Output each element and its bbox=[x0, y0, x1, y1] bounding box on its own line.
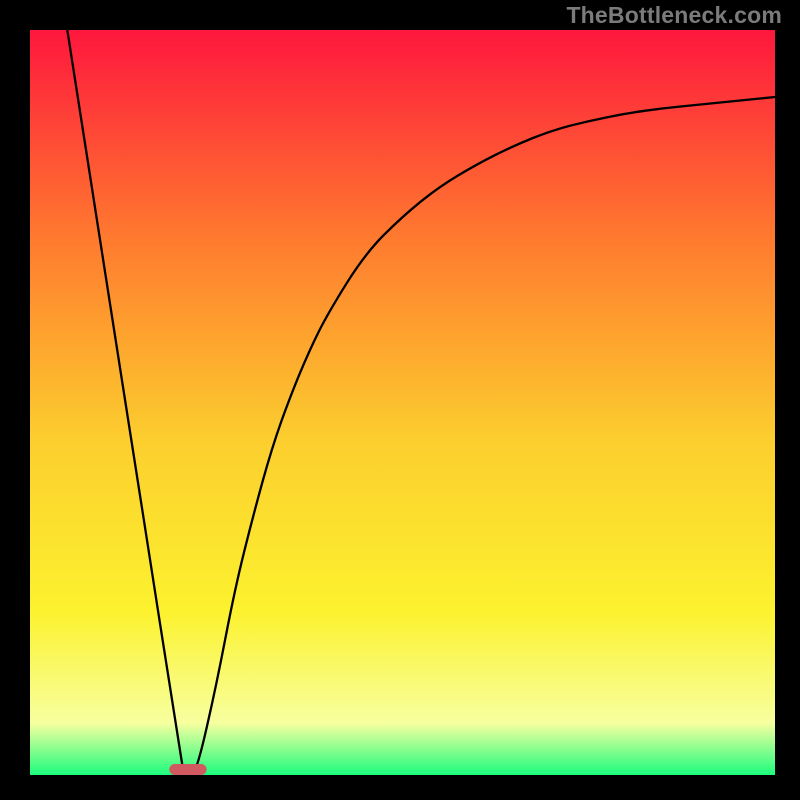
optimum-marker bbox=[169, 764, 206, 775]
gradient-background bbox=[30, 30, 775, 775]
watermark-text: TheBottleneck.com bbox=[566, 2, 782, 29]
chart-frame: TheBottleneck.com bbox=[0, 0, 800, 800]
plot-area bbox=[30, 30, 775, 775]
chart-svg bbox=[30, 30, 775, 775]
